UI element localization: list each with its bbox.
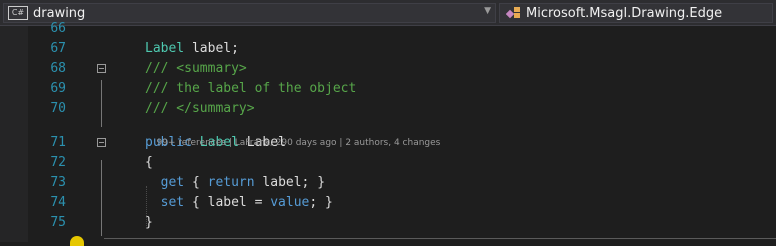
codelens-separator: | bbox=[225, 138, 235, 148]
codelens: 99+ references | LaFrank, 290 days ago |… bbox=[145, 125, 440, 148]
code-line[interactable]: 72{ bbox=[0, 153, 776, 173]
code-token: set bbox=[160, 195, 185, 210]
line-number: 75 bbox=[50, 215, 66, 230]
chevron-down-icon[interactable]: ▼ bbox=[484, 6, 491, 16]
collapse-icon[interactable] bbox=[97, 138, 106, 147]
code-line[interactable]: 75} bbox=[0, 213, 776, 233]
code-token: value bbox=[270, 195, 310, 210]
code-editor[interactable]: 66 67 Label label; 68 /// <summary> 69 /// the… bbox=[0, 21, 776, 246]
codelens-changes[interactable]: 2 authors, 4 changes bbox=[345, 138, 440, 148]
collapse-icon[interactable] bbox=[97, 64, 106, 73]
code-token: { label = bbox=[184, 195, 271, 210]
line-number: 71 bbox=[50, 135, 66, 150]
line-number: 72 bbox=[50, 155, 66, 170]
code-line[interactable]: 66 bbox=[0, 19, 776, 39]
line-number: 70 bbox=[50, 101, 66, 116]
csharp-file-icon: C# bbox=[8, 6, 28, 20]
class-member-icon bbox=[506, 6, 522, 20]
code-token: /// <summary> bbox=[145, 61, 247, 76]
code-token: ; } bbox=[309, 195, 333, 210]
code-token: Label bbox=[145, 41, 185, 56]
code-line[interactable]: 74 set { label = value; } bbox=[0, 193, 776, 213]
code-token: label; } bbox=[254, 175, 326, 190]
codelens-separator: | bbox=[336, 138, 346, 148]
codelens-references[interactable]: 99+ references bbox=[156, 138, 226, 148]
code-text: get { return label; } bbox=[145, 173, 325, 193]
separator-line bbox=[104, 238, 776, 239]
line-number: 74 bbox=[50, 195, 66, 210]
code-token: /// the label of the object bbox=[145, 81, 357, 96]
line-number: 73 bbox=[50, 175, 66, 190]
line-number: 66 bbox=[50, 21, 66, 36]
code-token: label; bbox=[184, 41, 239, 56]
lightbulb-icon[interactable] bbox=[70, 236, 84, 246]
code-line[interactable]: 70 /// </summary> bbox=[0, 99, 776, 119]
code-token: /// </summary> bbox=[145, 101, 255, 116]
code-token: } bbox=[145, 215, 153, 230]
code-token: { bbox=[184, 175, 208, 190]
line-number: 67 bbox=[50, 41, 66, 56]
code-line[interactable]: 69 /// the label of the object bbox=[0, 79, 776, 99]
code-text: /// the label of the object bbox=[145, 79, 356, 99]
code-text: Label label; bbox=[145, 39, 239, 59]
code-text: set { label = value; } bbox=[145, 193, 333, 213]
line-number: 68 bbox=[50, 61, 66, 76]
code-text: /// <summary> bbox=[145, 59, 247, 79]
code-line[interactable]: 73 get { return label; } bbox=[0, 173, 776, 193]
line-number: 69 bbox=[50, 81, 66, 96]
code-text: } bbox=[145, 213, 153, 233]
code-token: return bbox=[207, 175, 255, 190]
code-line[interactable]: 68 /// <summary> bbox=[0, 59, 776, 79]
code-text: /// </summary> bbox=[145, 99, 255, 119]
codelens-author[interactable]: LaFrank, 290 days ago bbox=[235, 138, 337, 148]
code-token: get bbox=[160, 175, 185, 190]
code-line[interactable]: 67 Label label; bbox=[0, 39, 776, 59]
